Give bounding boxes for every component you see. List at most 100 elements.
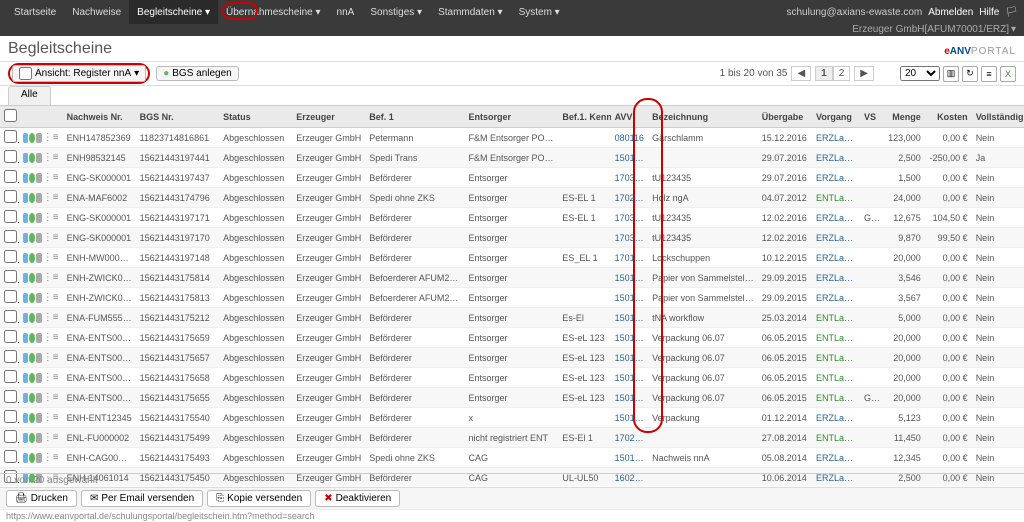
pager-next[interactable]: ▶ xyxy=(854,66,874,81)
col-header[interactable]: Bef.1. Kennz. xyxy=(558,106,610,128)
row-checkbox[interactable] xyxy=(4,290,17,303)
col-header[interactable]: Bef. 1 xyxy=(365,106,464,128)
doc-icon[interactable] xyxy=(23,313,29,323)
col-header[interactable]: VS xyxy=(860,106,883,128)
status-icon[interactable] xyxy=(29,333,35,343)
menu-icon[interactable] xyxy=(36,293,42,303)
table-row[interactable]: ⋮≡ENG-SK00000115621443197171Abgeschlosse… xyxy=(0,208,1024,228)
more-icon[interactable]: ⋮≡ xyxy=(43,152,59,163)
col-header[interactable]: Erzeuger xyxy=(292,106,365,128)
tab-alle[interactable]: Alle xyxy=(8,86,51,105)
col-header[interactable] xyxy=(0,106,19,128)
table-row[interactable]: ⋮≡ENH-MW00000115621443197148Abgeschlosse… xyxy=(0,248,1024,268)
row-checkbox[interactable] xyxy=(4,210,17,223)
doc-icon[interactable] xyxy=(23,253,29,263)
nav-nna[interactable]: nnA xyxy=(329,0,363,24)
page-size-select[interactable]: 20 xyxy=(900,66,940,81)
doc-icon[interactable] xyxy=(23,333,29,343)
menu-icon[interactable] xyxy=(36,153,42,163)
table-row[interactable]: ⋮≡ENA-ENTS000315621443175655Abgeschlosse… xyxy=(0,388,1024,408)
doc-icon[interactable] xyxy=(23,233,29,243)
more-icon[interactable]: ⋮≡ xyxy=(43,252,59,263)
row-checkbox[interactable] xyxy=(4,130,17,143)
menu-icon[interactable] xyxy=(36,193,42,203)
deactivate-button[interactable]: ✖Deaktivieren xyxy=(315,490,400,507)
col-header[interactable]: BGS Nr. xyxy=(136,106,220,128)
more-icon[interactable]: ⋮≡ xyxy=(43,432,59,443)
table-row[interactable]: ⋮≡ENA-ENTS000315621443175658Abgeschlosse… xyxy=(0,368,1024,388)
more-icon[interactable]: ⋮≡ xyxy=(43,372,59,383)
row-checkbox[interactable] xyxy=(4,170,17,183)
doc-icon[interactable] xyxy=(23,293,29,303)
col-header[interactable]: Vorgang xyxy=(812,106,860,128)
menu-icon[interactable] xyxy=(36,373,42,383)
status-icon[interactable] xyxy=(29,193,35,203)
status-icon[interactable] xyxy=(29,153,35,163)
row-checkbox[interactable] xyxy=(4,150,17,163)
export-icon[interactable]: X xyxy=(1000,66,1016,82)
doc-icon[interactable] xyxy=(23,353,29,363)
status-icon[interactable] xyxy=(29,433,35,443)
doc-icon[interactable] xyxy=(23,453,29,463)
menu-icon[interactable] xyxy=(36,253,42,263)
status-icon[interactable] xyxy=(29,253,35,263)
menu-icon[interactable] xyxy=(36,453,42,463)
nav-übernahmescheine[interactable]: Übernahmescheine ▾ xyxy=(218,0,329,24)
doc-icon[interactable] xyxy=(23,413,29,423)
doc-icon[interactable] xyxy=(23,193,29,203)
doc-icon[interactable] xyxy=(23,373,29,383)
more-icon[interactable]: ⋮≡ xyxy=(43,332,59,343)
table-row[interactable]: ⋮≡ENH9853214515621443197441Abgeschlossen… xyxy=(0,148,1024,168)
help-link[interactable]: Hilfe xyxy=(979,7,999,18)
col-header[interactable]: Kosten xyxy=(925,106,972,128)
table-row[interactable]: ⋮≡ENG-SK00000115621443197170Abgeschlosse… xyxy=(0,228,1024,248)
menu-icon[interactable] xyxy=(36,273,42,283)
menu-icon[interactable] xyxy=(36,393,42,403)
status-icon[interactable] xyxy=(29,233,35,243)
create-bgs-button[interactable]: ●BGS anlegen xyxy=(156,66,239,81)
col-header[interactable]: Bezeichnung xyxy=(648,106,758,128)
menu-icon[interactable] xyxy=(36,353,42,363)
table-row[interactable]: ⋮≡ENA-ENTS000315621443175659Abgeschlosse… xyxy=(0,328,1024,348)
more-icon[interactable]: ⋮≡ xyxy=(43,272,59,283)
row-checkbox[interactable] xyxy=(4,190,17,203)
status-icon[interactable] xyxy=(29,373,35,383)
row-checkbox[interactable] xyxy=(4,390,17,403)
row-checkbox[interactable] xyxy=(4,270,17,283)
col-header[interactable]: Übergabe xyxy=(758,106,812,128)
more-icon[interactable]: ⋮≡ xyxy=(43,312,59,323)
pager-page-2[interactable]: 2 xyxy=(833,66,851,81)
nav-startseite[interactable]: Startseite xyxy=(6,0,64,24)
menu-icon[interactable] xyxy=(36,333,42,343)
table-row[interactable]: ⋮≡ENA-ENTS000315621443175657Abgeschlosse… xyxy=(0,348,1024,368)
row-checkbox[interactable] xyxy=(4,410,17,423)
menu-icon[interactable] xyxy=(36,313,42,323)
refresh-icon[interactable]: ↻ xyxy=(962,66,978,82)
more-icon[interactable]: ⋮≡ xyxy=(43,352,59,363)
nav-stammdaten[interactable]: Stammdaten ▾ xyxy=(430,0,511,24)
nav-system[interactable]: System ▾ xyxy=(511,0,568,24)
doc-icon[interactable] xyxy=(23,213,29,223)
table-row[interactable]: ⋮≡ENL-FU00000215621443175499Abgeschlosse… xyxy=(0,428,1024,448)
table-row[interactable]: ⋮≡ENA-FUM5555515621443175212Abgeschlosse… xyxy=(0,308,1024,328)
col-header[interactable]: AVV xyxy=(611,106,649,128)
row-checkbox[interactable] xyxy=(4,310,17,323)
status-icon[interactable] xyxy=(29,453,35,463)
doc-icon[interactable] xyxy=(23,393,29,403)
doc-icon[interactable] xyxy=(23,433,29,443)
status-icon[interactable] xyxy=(29,393,35,403)
status-icon[interactable] xyxy=(29,173,35,183)
table-row[interactable]: ⋮≡ENH-CAG0000115621443175493Abgeschlosse… xyxy=(0,448,1024,468)
menu-icon[interactable] xyxy=(36,173,42,183)
copy-button[interactable]: ⎘Kopie versenden xyxy=(207,490,311,507)
row-checkbox[interactable] xyxy=(4,230,17,243)
doc-icon[interactable] xyxy=(23,153,29,163)
nav-sonstiges[interactable]: Sonstiges ▾ xyxy=(362,0,430,24)
col-header[interactable]: Vollständig abgerechnet xyxy=(972,106,1024,128)
row-checkbox[interactable] xyxy=(4,450,17,463)
more-icon[interactable]: ⋮≡ xyxy=(43,212,59,223)
more-icon[interactable]: ⋮≡ xyxy=(43,132,59,143)
more-icon[interactable]: ⋮≡ xyxy=(43,172,59,183)
status-icon[interactable] xyxy=(29,293,35,303)
table-row[interactable]: ⋮≡ENH-ZWICK00115621443175813Abgeschlosse… xyxy=(0,288,1024,308)
